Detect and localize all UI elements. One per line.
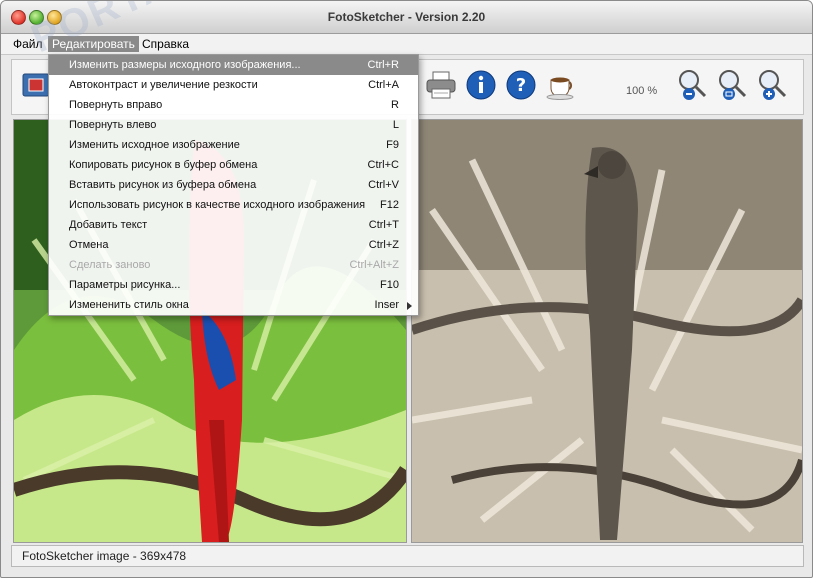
status-bar: FotoSketcher image - 369x478 [11,545,804,567]
menu-item-shortcut: R [391,99,399,111]
zoom-in-icon[interactable] [756,68,790,102]
menu-item-shortcut: Ctrl+R [367,59,399,71]
zoom-out-icon[interactable] [676,68,710,102]
menu-item-resize-source[interactable]: Изменить размеры исходного изображения..… [49,55,418,75]
menu-item-label: Параметры рисунка... [69,279,181,291]
menu-item-redo: Сделать заново Ctrl+Alt+Z [49,255,418,275]
menu-help[interactable]: Справка [138,36,193,52]
menu-item-label: Копировать рисунок в буфер обмена [69,159,258,171]
menu-item-shortcut: F9 [386,139,399,151]
menu-item-label: Вставить рисунок из буфера обмена [69,179,257,191]
menu-item-edit-source[interactable]: Изменить исходное изображение F9 [49,135,418,155]
svg-text:?: ? [516,75,526,96]
zoom-level: 100 % [626,85,658,97]
app-window: FotoSketcher - Version 2.20 Файл Редакти… [0,0,813,578]
menu-item-use-as-source[interactable]: Использовать рисунок в качестве исходног… [49,195,418,215]
menu-item-label: Повернуть влево [69,119,157,131]
info-icon[interactable] [464,68,498,102]
zoom-fit-icon[interactable] [716,68,750,102]
help-icon[interactable]: ? [504,68,538,102]
edit-menu-dropdown: Изменить размеры исходного изображения..… [48,54,419,316]
menu-item-label: Изменить размеры исходного изображения..… [69,59,301,71]
menu-bar: Файл Редактировать Справка [1,34,812,55]
menu-item-copy-to-clipboard[interactable]: Копировать рисунок в буфер обмена Ctrl+C [49,155,418,175]
menu-item-paste-from-clipboard[interactable]: Вставить рисунок из буфера обмена Ctrl+V [49,175,418,195]
menu-item-label: Измененить стиль окна [69,299,189,311]
print-icon[interactable] [424,68,458,102]
submenu-arrow-icon [407,302,412,310]
menu-item-rotate-right[interactable]: Повернуть вправо R [49,95,418,115]
menu-item-undo[interactable]: Отмена Ctrl+Z [49,235,418,255]
menu-item-image-parameters[interactable]: Параметры рисунка... F10 [49,275,418,295]
menu-item-shortcut: F10 [380,279,399,291]
menu-item-label: Сделать заново [69,259,151,271]
menu-item-shortcut: Ctrl+C [367,159,399,171]
menu-item-shortcut: L [392,119,399,131]
menu-item-autocontrast[interactable]: Автоконтраст и увеличение резкости Ctrl+… [49,75,418,95]
menu-item-label: Добавить текст [69,219,148,231]
menu-item-label: Повернуть вправо [69,99,163,111]
menu-item-add-text[interactable]: Добавить текст Ctrl+T [49,215,418,235]
status-text: FotoSketcher image - 369x478 [22,549,187,563]
menu-item-window-style[interactable]: Измененить стиль окна Inser [49,295,418,315]
menu-item-shortcut: Ctrl+V [368,179,399,191]
sketch-parrot-image [412,120,802,542]
menu-item-label: Изменить исходное изображение [69,139,240,151]
sketch-image-panel [411,119,803,543]
menu-item-label: Автоконтраст и увеличение резкости [69,79,258,91]
menu-item-shortcut: Ctrl+T [368,219,399,231]
menu-item-shortcut: F12 [380,199,399,211]
menu-item-rotate-left[interactable]: Повернуть влево L [49,115,418,135]
menu-item-shortcut: Ctrl+A [368,79,399,91]
menu-item-shortcut: Ctrl+Z [368,239,399,251]
menu-item-label: Использовать рисунок в качестве исходног… [69,199,366,211]
menu-item-shortcut: Ctrl+Alt+Z [349,259,399,271]
coffee-cup-icon[interactable] [544,68,578,102]
menu-item-shortcut: Inser [374,299,399,311]
menu-item-label: Отмена [69,239,109,251]
